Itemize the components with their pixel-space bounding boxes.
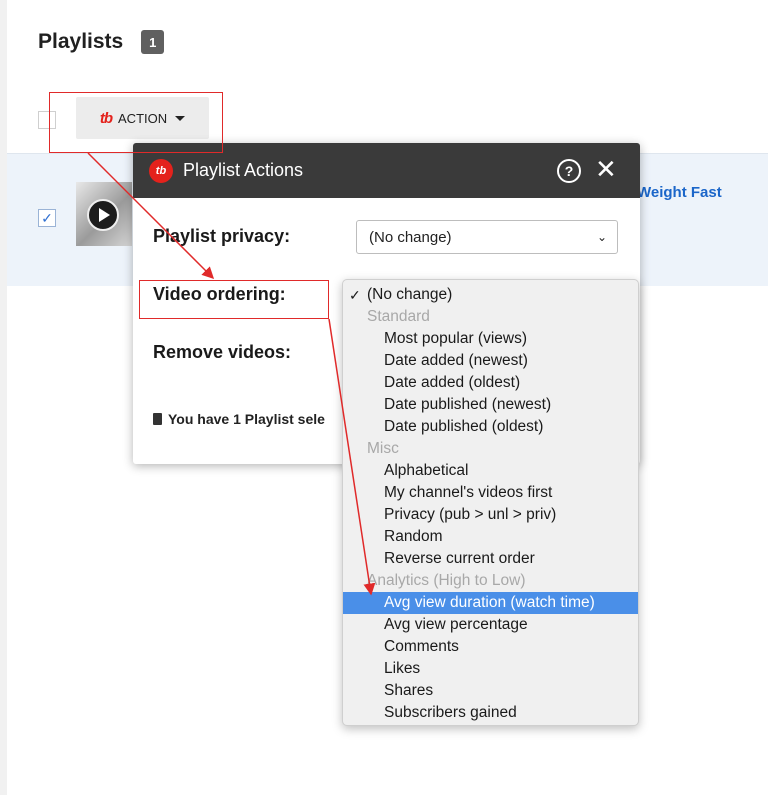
annotation-arrow-to-option bbox=[328, 318, 376, 596]
annotation-arrow-to-ordering bbox=[87, 152, 215, 280]
annotation-arrows bbox=[87, 152, 376, 596]
